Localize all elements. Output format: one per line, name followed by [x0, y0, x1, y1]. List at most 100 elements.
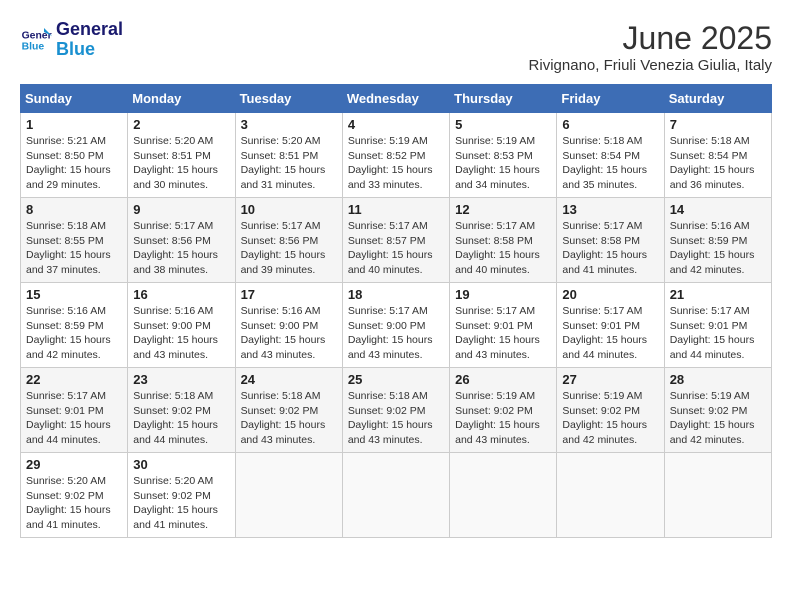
day-info: Sunrise: 5:18 AMSunset: 9:02 PMDaylight:… — [133, 389, 229, 448]
logo-text-line1: General — [56, 20, 123, 40]
day-info: Sunrise: 5:17 AMSunset: 8:57 PMDaylight:… — [348, 219, 444, 278]
day-info: Sunrise: 5:16 AMSunset: 8:59 PMDaylight:… — [670, 219, 766, 278]
week-row-2: 8Sunrise: 5:18 AMSunset: 8:55 PMDaylight… — [21, 198, 772, 283]
page-header: General Blue General Blue June 2025 Rivi… — [20, 20, 772, 74]
day-number: 3 — [241, 117, 337, 132]
header-wednesday: Wednesday — [342, 85, 449, 113]
table-row: 19 Sunrise: 5:17 AMSunset: 9:01 PMDayligh… — [450, 283, 557, 368]
table-row: 30Sunrise: 5:20 AMSunset: 9:02 PMDayligh… — [128, 453, 235, 538]
day-info: Sunrise: 5:17 AMSunset: 9:01 PMDaylight:… — [670, 304, 766, 363]
month-year-title: June 2025 — [529, 20, 772, 57]
table-row: 28 Sunrise: 5:19 AMSunset: 9:02 PMDayligh… — [664, 368, 771, 453]
day-info: Sunrise: 5:19 AMSunset: 9:02 PMDaylight:… — [670, 389, 766, 448]
table-row — [450, 453, 557, 538]
day-info: Sunrise: 5:19 AMSunset: 8:53 PMDaylight:… — [455, 134, 551, 193]
day-info: Sunrise: 5:17 AMSunset: 9:00 PMDaylight:… — [348, 304, 444, 363]
header-monday: Monday — [128, 85, 235, 113]
header-sunday: Sunday — [21, 85, 128, 113]
day-info: Sunrise: 5:17 AMSunset: 9:01 PMDaylight:… — [455, 304, 551, 363]
week-row-4: 22Sunrise: 5:17 AMSunset: 9:01 PMDayligh… — [21, 368, 772, 453]
day-info: Sunrise: 5:19 AMSunset: 9:02 PMDaylight:… — [562, 389, 658, 448]
day-number: 29 — [26, 457, 122, 472]
day-number: 11 — [348, 202, 444, 217]
table-row: 24 Sunrise: 5:18 AMSunset: 9:02 PMDayligh… — [235, 368, 342, 453]
table-row: 18 Sunrise: 5:17 AMSunset: 9:00 PMDayligh… — [342, 283, 449, 368]
day-number: 25 — [348, 372, 444, 387]
table-row: 21 Sunrise: 5:17 AMSunset: 9:01 PMDayligh… — [664, 283, 771, 368]
day-number: 18 — [348, 287, 444, 302]
day-info: Sunrise: 5:20 AMSunset: 8:51 PMDaylight:… — [133, 134, 229, 193]
day-number: 2 — [133, 117, 229, 132]
header-thursday: Thursday — [450, 85, 557, 113]
day-info: Sunrise: 5:16 AMSunset: 9:00 PMDaylight:… — [133, 304, 229, 363]
day-number: 21 — [670, 287, 766, 302]
day-number: 8 — [26, 202, 122, 217]
day-number: 26 — [455, 372, 551, 387]
table-row: 26 Sunrise: 5:19 AMSunset: 9:02 PMDayligh… — [450, 368, 557, 453]
table-row: 12 Sunrise: 5:17 AMSunset: 8:58 PMDayligh… — [450, 198, 557, 283]
day-info: Sunrise: 5:17 AMSunset: 8:58 PMDaylight:… — [455, 219, 551, 278]
table-row: 10Sunrise: 5:17 AMSunset: 8:56 PMDayligh… — [235, 198, 342, 283]
day-number: 17 — [241, 287, 337, 302]
week-row-1: 1Sunrise: 5:21 AMSunset: 8:50 PMDaylight… — [21, 113, 772, 198]
day-number: 7 — [670, 117, 766, 132]
day-number: 9 — [133, 202, 229, 217]
day-number: 28 — [670, 372, 766, 387]
day-number: 23 — [133, 372, 229, 387]
table-row — [557, 453, 664, 538]
day-number: 19 — [455, 287, 551, 302]
table-row — [235, 453, 342, 538]
table-row: 16 Sunrise: 5:16 AMSunset: 9:00 PMDayligh… — [128, 283, 235, 368]
day-info: Sunrise: 5:18 AMSunset: 8:54 PMDaylight:… — [670, 134, 766, 193]
table-row: 9 Sunrise: 5:17 AMSunset: 8:56 PMDaylight… — [128, 198, 235, 283]
weekday-header-row: Sunday Monday Tuesday Wednesday Thursday… — [21, 85, 772, 113]
day-number: 14 — [670, 202, 766, 217]
table-row: 17 Sunrise: 5:16 AMSunset: 9:00 PMDayligh… — [235, 283, 342, 368]
day-info: Sunrise: 5:18 AMSunset: 9:02 PMDaylight:… — [241, 389, 337, 448]
day-number: 16 — [133, 287, 229, 302]
table-row: 8Sunrise: 5:18 AMSunset: 8:55 PMDaylight… — [21, 198, 128, 283]
day-number: 5 — [455, 117, 551, 132]
table-row: 27Sunrise: 5:19 AMSunset: 9:02 PMDayligh… — [557, 368, 664, 453]
table-row: 5 Sunrise: 5:19 AMSunset: 8:53 PMDaylight… — [450, 113, 557, 198]
logo-icon: General Blue — [20, 24, 52, 56]
day-number: 10 — [241, 202, 337, 217]
header-tuesday: Tuesday — [235, 85, 342, 113]
day-number: 13 — [562, 202, 658, 217]
table-row: 13 Sunrise: 5:17 AMSunset: 8:58 PMDayligh… — [557, 198, 664, 283]
logo-text-line2: Blue — [56, 40, 123, 60]
day-number: 15 — [26, 287, 122, 302]
svg-text:Blue: Blue — [22, 41, 45, 52]
header-saturday: Saturday — [664, 85, 771, 113]
table-row: 22Sunrise: 5:17 AMSunset: 9:01 PMDayligh… — [21, 368, 128, 453]
day-number: 12 — [455, 202, 551, 217]
day-info: Sunrise: 5:21 AMSunset: 8:50 PMDaylight:… — [26, 134, 122, 193]
day-info: Sunrise: 5:17 AMSunset: 8:56 PMDaylight:… — [133, 219, 229, 278]
day-number: 4 — [348, 117, 444, 132]
week-row-3: 15Sunrise: 5:16 AMSunset: 8:59 PMDayligh… — [21, 283, 772, 368]
day-number: 24 — [241, 372, 337, 387]
table-row — [664, 453, 771, 538]
day-info: Sunrise: 5:19 AMSunset: 8:52 PMDaylight:… — [348, 134, 444, 193]
day-number: 22 — [26, 372, 122, 387]
table-row: 4 Sunrise: 5:19 AMSunset: 8:52 PMDaylight… — [342, 113, 449, 198]
table-row: 23 Sunrise: 5:18 AMSunset: 9:02 PMDayligh… — [128, 368, 235, 453]
table-row: 7 Sunrise: 5:18 AMSunset: 8:54 PMDaylight… — [664, 113, 771, 198]
table-row: 14 Sunrise: 5:16 AMSunset: 8:59 PMDayligh… — [664, 198, 771, 283]
day-info: Sunrise: 5:17 AMSunset: 8:58 PMDaylight:… — [562, 219, 658, 278]
table-row: 29Sunrise: 5:20 AMSunset: 9:02 PMDayligh… — [21, 453, 128, 538]
day-info: Sunrise: 5:18 AMSunset: 8:54 PMDaylight:… — [562, 134, 658, 193]
table-row: 15Sunrise: 5:16 AMSunset: 8:59 PMDayligh… — [21, 283, 128, 368]
title-area: June 2025 Rivignano, Friuli Venezia Giul… — [529, 20, 772, 74]
day-info: Sunrise: 5:16 AMSunset: 9:00 PMDaylight:… — [241, 304, 337, 363]
day-info: Sunrise: 5:20 AMSunset: 8:51 PMDaylight:… — [241, 134, 337, 193]
day-number: 6 — [562, 117, 658, 132]
day-number: 30 — [133, 457, 229, 472]
day-info: Sunrise: 5:18 AMSunset: 9:02 PMDaylight:… — [348, 389, 444, 448]
table-row: 3 Sunrise: 5:20 AMSunset: 8:51 PMDaylight… — [235, 113, 342, 198]
table-row — [342, 453, 449, 538]
logo: General Blue General Blue — [20, 20, 123, 60]
day-info: Sunrise: 5:19 AMSunset: 9:02 PMDaylight:… — [455, 389, 551, 448]
table-row: 20Sunrise: 5:17 AMSunset: 9:01 PMDayligh… — [557, 283, 664, 368]
header-friday: Friday — [557, 85, 664, 113]
